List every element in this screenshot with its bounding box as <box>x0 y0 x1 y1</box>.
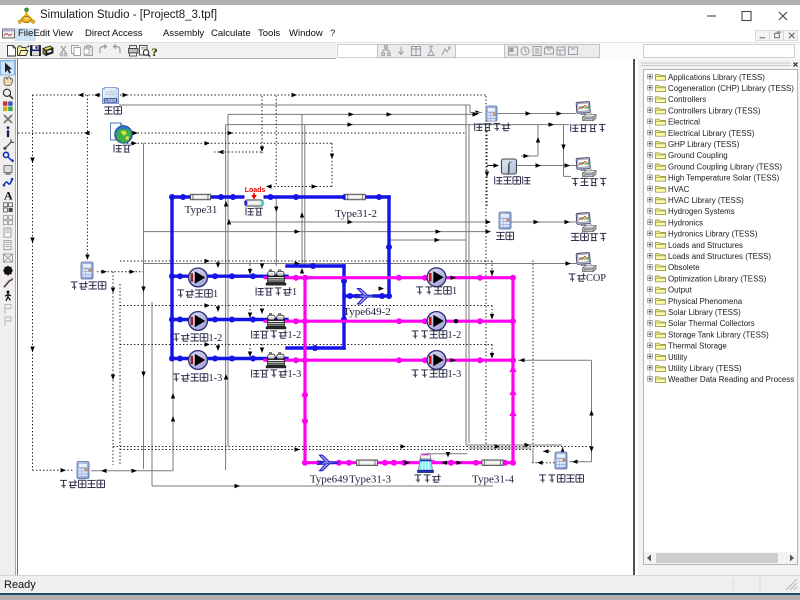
svg-text:Type31-4: Type31-4 <box>472 473 514 485</box>
svg-text:HVAC Library (TESS): HVAC Library (TESS) <box>668 196 744 205</box>
svg-text:Cogeneration (CHP) Library (TE: Cogeneration (CHP) Library (TESS) <box>668 84 794 93</box>
svg-text:Weather Data Reading and Proce: Weather Data Reading and Process <box>668 375 794 384</box>
svg-text:Type649-2: Type649-2 <box>343 306 391 318</box>
svg-text:1: 1 <box>452 286 457 297</box>
svg-text:Utility Library (TESS): Utility Library (TESS) <box>668 364 742 373</box>
svg-text:Output: Output <box>668 286 692 295</box>
svg-text:Storage Tank Library (TESS): Storage Tank Library (TESS) <box>668 330 769 339</box>
svg-text:Electrical Library (TESS): Electrical Library (TESS) <box>668 129 755 138</box>
svg-text:Utility: Utility <box>668 353 687 362</box>
svg-text:1-3: 1-3 <box>448 369 462 380</box>
svg-text:High Temperature Solar (TESS): High Temperature Solar (TESS) <box>668 174 780 183</box>
svg-text:Thermal Storage: Thermal Storage <box>668 342 727 351</box>
svg-text:Controllers: Controllers <box>668 95 706 104</box>
svg-text:1-2: 1-2 <box>448 330 462 341</box>
svg-text:Loads: Loads <box>245 187 266 194</box>
svg-text:Electrical: Electrical <box>668 118 700 127</box>
svg-text:Loads and Structures: Loads and Structures <box>668 241 743 250</box>
svg-text:COP: COP <box>586 273 606 284</box>
svg-text:Hydronics Library (TESS): Hydronics Library (TESS) <box>668 230 758 239</box>
svg-text:1-3: 1-3 <box>209 373 223 384</box>
svg-text:Loads and Structures (TESS): Loads and Structures (TESS) <box>668 252 771 261</box>
svg-text:Solar Library (TESS): Solar Library (TESS) <box>668 308 741 317</box>
svg-text:Type31-3: Type31-3 <box>349 473 391 485</box>
svg-text:HVAC: HVAC <box>668 185 690 194</box>
svg-text:?: ? <box>152 45 158 59</box>
svg-text:Obsolete: Obsolete <box>668 263 700 272</box>
svg-text:1-3: 1-3 <box>288 369 302 380</box>
svg-text:1-2: 1-2 <box>209 333 223 344</box>
svg-text:1-2: 1-2 <box>288 330 302 341</box>
svg-text:1: 1 <box>292 287 297 298</box>
svg-text:Ground Coupling: Ground Coupling <box>668 151 728 160</box>
svg-text:A: A <box>4 188 13 202</box>
svg-text:Solar Thermal Collectors: Solar Thermal Collectors <box>668 319 755 328</box>
svg-text:Type31-2: Type31-2 <box>335 208 377 220</box>
svg-text:Hydronics: Hydronics <box>668 218 703 227</box>
svg-text:Optimization Library (TESS): Optimization Library (TESS) <box>668 274 767 283</box>
svg-text:Physical Phenomena: Physical Phenomena <box>668 297 743 306</box>
svg-text:USER: USER <box>105 98 117 103</box>
svg-text:Type31: Type31 <box>185 204 218 216</box>
svg-text:1: 1 <box>213 289 218 300</box>
svg-text:Controllers Library (TESS): Controllers Library (TESS) <box>668 106 761 115</box>
svg-text:Hydrogen Systems: Hydrogen Systems <box>668 207 735 216</box>
svg-text:Ground Coupling Library (TESS): Ground Coupling Library (TESS) <box>668 162 782 171</box>
svg-text:Type649: Type649 <box>310 473 349 485</box>
svg-text:Applications Library (TESS): Applications Library (TESS) <box>668 73 765 82</box>
svg-text:GHP Library (TESS): GHP Library (TESS) <box>668 140 740 149</box>
